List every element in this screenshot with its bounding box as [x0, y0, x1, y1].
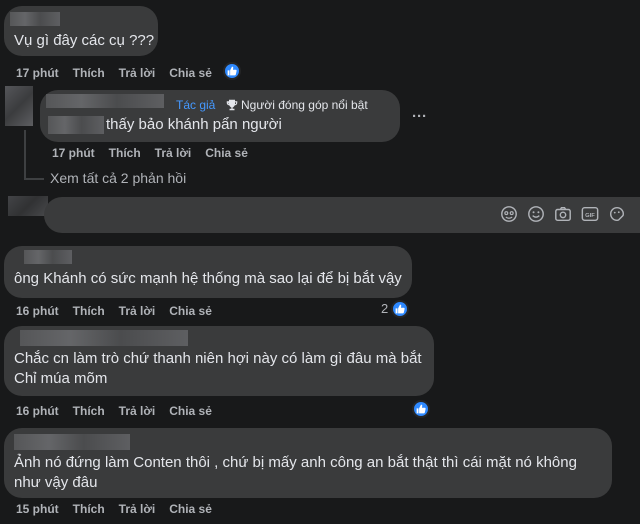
more-options-button[interactable]: ··· [412, 106, 427, 128]
comment-actions-2: 17 phút Thích Trả lời Chia sẻ [52, 146, 262, 160]
like-reaction-icon[interactable] [223, 62, 241, 80]
comment-text-line1: Chắc cn làm trò chứ thanh niên hợi này c… [14, 350, 422, 367]
comment-actions-5: 15 phút Thích Trả lời Chia sẻ [16, 502, 226, 516]
comment-text-line2: Chỉ múa mõm [14, 370, 108, 387]
thread-line-hook [24, 178, 44, 180]
like-button[interactable]: Thích [109, 146, 141, 160]
avatar-sticker-icon[interactable] [500, 205, 518, 223]
author-name-blurred[interactable] [46, 94, 164, 108]
comment-bubble-5: Ảnh nó đứng làm Conten thôi , chứ bị mấy… [4, 428, 612, 498]
comment-time[interactable]: 17 phút [52, 146, 95, 160]
view-all-replies-link[interactable]: Xem tất cả 2 phản hồi [50, 167, 186, 189]
avatar[interactable] [5, 86, 33, 126]
comment-actions-1: 17 phút Thích Trả lời Chia sẻ [16, 66, 226, 80]
author-name-blurred[interactable] [20, 330, 188, 346]
reply-button[interactable]: Trả lời [119, 404, 156, 418]
reaction-count[interactable]: 2 [381, 298, 388, 320]
like-reaction-icon[interactable] [412, 400, 430, 418]
share-button[interactable]: Chia sẻ [169, 404, 212, 418]
gif-icon[interactable]: GIF [581, 205, 599, 223]
current-user-avatar [8, 196, 48, 216]
thread-line [24, 130, 26, 180]
like-button[interactable]: Thích [73, 404, 105, 418]
comment-actions-4: 16 phút Thích Trả lời Chia sẻ [16, 404, 226, 418]
comment-bubble-3: ông Khánh có sức mạnh hệ thống mà sao lạ… [4, 246, 412, 298]
share-button[interactable]: Chia sẻ [169, 66, 212, 80]
reply-input-toolbar: GIF [500, 205, 626, 223]
svg-text:GIF: GIF [585, 213, 595, 219]
comment-text: thấy bảo khánh pẩn người [106, 116, 282, 133]
contributor-badge-label: Người đóng góp nổi bật [241, 98, 368, 112]
contributor-badge: Người đóng góp nổi bật [226, 98, 368, 112]
comment-time[interactable]: 17 phút [16, 66, 59, 80]
comment-text-line1: Ảnh nó đứng làm Conten thôi , chứ bị mấy… [14, 454, 577, 471]
author-name-blurred[interactable] [24, 250, 72, 264]
author-name-blurred[interactable] [14, 434, 130, 450]
like-reaction-icon[interactable] [391, 300, 409, 318]
comment-text: ông Khánh có sức mạnh hệ thống mà sao lạ… [14, 270, 402, 287]
reply-button[interactable]: Trả lời [155, 146, 192, 160]
comment-actions-3: 16 phút Thích Trả lời Chia sẻ [16, 304, 226, 318]
comment-bubble-4: Chắc cn làm trò chứ thanh niên hợi này c… [4, 326, 434, 396]
reply-button[interactable]: Trả lời [119, 304, 156, 318]
comment-time[interactable]: 15 phút [16, 502, 59, 516]
like-button[interactable]: Thích [73, 66, 105, 80]
sticker-icon[interactable] [608, 205, 626, 223]
reply-button[interactable]: Trả lời [119, 66, 156, 80]
share-button[interactable]: Chia sẻ [169, 502, 212, 516]
share-button[interactable]: Chia sẻ [169, 304, 212, 318]
reply-button[interactable]: Trả lời [119, 502, 156, 516]
camera-icon[interactable] [554, 205, 572, 223]
like-button[interactable]: Thích [73, 304, 105, 318]
comment-time[interactable]: 16 phút [16, 304, 59, 318]
comment-bubble-2: Tác giả Người đóng góp nổi bật thấy bảo … [40, 90, 400, 142]
comment-bubble-1: Vụ gì đây các cụ ??? [4, 6, 158, 56]
comment-text: Vụ gì đây các cụ ??? [14, 32, 155, 49]
share-button[interactable]: Chia sẻ [205, 146, 248, 160]
like-button[interactable]: Thích [73, 502, 105, 516]
trophy-icon [226, 99, 238, 111]
comment-time[interactable]: 16 phút [16, 404, 59, 418]
comment-text-line2: như vậy đâu [14, 474, 98, 491]
author-badge: Tác giả [176, 98, 216, 112]
emoji-icon[interactable] [527, 205, 545, 223]
mention-blurred[interactable] [48, 116, 104, 134]
author-name-blurred[interactable] [10, 12, 60, 26]
